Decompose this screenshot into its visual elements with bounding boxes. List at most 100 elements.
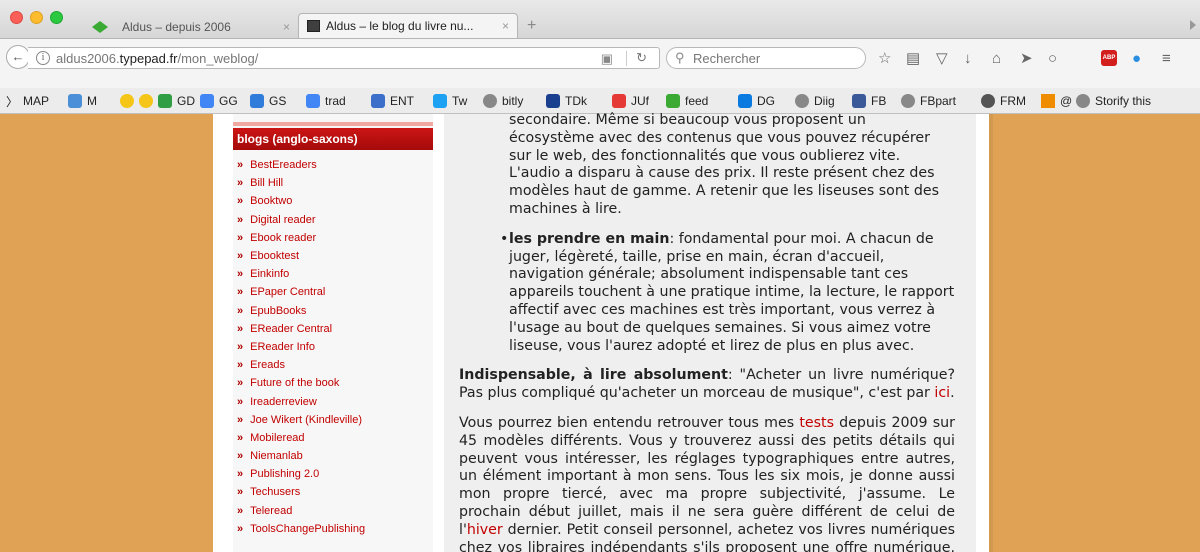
smiley-icon [139,94,153,108]
bookmark-label: trad [325,94,346,108]
bookmark-trad[interactable]: trad [306,92,346,110]
sidebar-link[interactable]: » EReader Info [237,338,365,356]
sidebar-link-label[interactable]: EpubBooks [250,305,306,317]
home-icon[interactable]: ⌂ [992,51,1001,66]
bookmark-ent[interactable]: ENT [371,92,414,110]
window-maximize-button[interactable] [50,11,63,24]
water-drop-icon[interactable]: ● [1132,51,1141,66]
bookmark-frm[interactable]: FRM [981,92,1026,110]
sidebar-link-label[interactable]: EReader Info [250,341,315,353]
sidebar-link[interactable]: » BestEreaders [237,156,365,174]
sidebar-link[interactable]: » Techusers [237,483,365,501]
tab-title: Aldus – depuis 2006 [122,20,231,34]
sidebar-link[interactable]: » Digital reader [237,211,365,229]
sidebar-link[interactable]: » Bill Hill [237,174,365,192]
sidebar-link-label[interactable]: Mobileread [250,432,304,444]
sidebar-link-label[interactable]: EPaper Central [250,286,325,298]
sidebar-link-label[interactable]: Booktwo [250,195,292,207]
back-button[interactable]: ← [6,45,30,69]
new-tab-button[interactable]: + [527,17,536,35]
bookmarks-menu-icon[interactable]: ▤ [906,51,920,66]
sidebar-link-label[interactable]: Digital reader [250,214,315,226]
menu-icon[interactable]: ≡ [1162,51,1171,66]
sidebar-link-label[interactable]: Future of the book [250,377,339,389]
bookmark-gg[interactable]: GG [200,92,238,110]
send-icon[interactable]: ➤ [1020,51,1033,66]
pocket-icon[interactable]: ▽ [936,51,948,66]
sidebar-link-label[interactable]: Teleread [250,505,292,517]
sidebar-link[interactable]: » Einkinfo [237,265,365,283]
url-bar[interactable]: i aldus2006.typepad.fr/mon_weblog/ ▣ ↻ [28,47,660,69]
sidebar-link-label[interactable]: Joe Wikert (Kindleville) [250,414,362,426]
url-separator [626,51,627,66]
tab-scroll-right-icon[interactable] [1190,20,1196,30]
close-icon[interactable]: × [283,20,290,34]
sidebar-link-label[interactable]: Ereads [250,359,285,371]
bookmark-storify[interactable]: Storify this [1076,92,1151,110]
bookmark-at[interactable]: @ [1041,92,1072,110]
sidebar-link[interactable]: » Ireaderreview [237,392,365,410]
sidebar-link[interactable]: » Ebooktest [237,247,365,265]
chat-icon[interactable]: ○ [1048,51,1057,66]
sidebar-link-label[interactable]: Einkinfo [250,268,289,280]
bookmark-feed[interactable]: feed [666,92,708,110]
sidebar-link[interactable]: » EPaper Central [237,283,365,301]
sidebar-link[interactable]: » Niemanlab [237,447,365,465]
window-close-button[interactable] [10,11,23,24]
bookmark-dg[interactable]: DG [738,92,775,110]
bookmark-gd[interactable]: GD [158,92,195,110]
search-input[interactable]: ⚲ Rechercher [666,47,866,69]
download-icon[interactable]: ↓ [964,51,972,66]
bookmark-tdk[interactable]: TDk [546,92,587,110]
sidebar-link-label[interactable]: Niemanlab [250,450,303,462]
sidebar-link-label[interactable]: EReader Central [250,323,332,335]
sidebar-link[interactable]: » EpubBooks [237,302,365,320]
bookmark-smiley[interactable] [120,92,158,110]
sidebar-link[interactable]: » Future of the book [237,374,365,392]
sidebar-link[interactable]: » Booktwo [237,192,365,210]
bookmark-fbpart[interactable]: FBpart [901,92,956,110]
sidebar-link[interactable]: » EReader Central [237,320,365,338]
reader-view-icon[interactable]: ▣ [601,51,613,67]
sidebar-link[interactable]: » Joe Wikert (Kindleville) [237,411,365,429]
bookmark-map[interactable]: 〉 MAP [6,92,49,110]
sidebar-link[interactable]: » Ebook reader [237,229,365,247]
bookmark-label: DG [757,94,775,108]
bookmark-m[interactable]: M [68,92,97,110]
ici-link[interactable]: ici [934,385,950,401]
reload-icon[interactable]: ↻ [636,50,647,66]
sidebar-link[interactable]: » ToolsChangePublishing [237,520,365,538]
sidebar-link-label[interactable]: Ebook reader [250,232,316,244]
bookmark-juf[interactable]: JUf [612,92,649,110]
bullet-icon: » [237,286,244,299]
info-icon[interactable]: i [36,51,50,65]
adblock-icon[interactable]: ABP [1101,50,1117,66]
hiver-link[interactable]: hiver [467,522,503,538]
tab-aldus-depuis-2006[interactable]: Aldus – depuis 2006 × [86,16,298,38]
window-minimize-button[interactable] [30,11,43,24]
bookmark-gs[interactable]: GS [250,92,286,110]
bullet-icon: » [237,159,244,172]
bookmark-tw[interactable]: Tw [433,92,467,110]
sidebar-link-label[interactable]: Publishing 2.0 [250,468,319,480]
bookmark-fb[interactable]: FB [852,92,886,110]
sidebar-link[interactable]: » Publishing 2.0 [237,465,365,483]
sidebar-link-label[interactable]: Techusers [250,486,300,498]
bookmark-star-icon[interactable]: ☆ [878,51,891,66]
sidebar-link-label[interactable]: Ebooktest [250,250,299,262]
bookmark-diig[interactable]: Diig [795,92,835,110]
bookmark-label: FBpart [920,94,957,108]
tab-aldus-blog[interactable]: Aldus – le blog du livre nu... × [298,13,518,38]
sidebar-link[interactable]: » Mobileread [237,429,365,447]
sidebar-link-label[interactable]: Bill Hill [250,177,283,189]
tests-link[interactable]: tests [799,415,834,431]
bullet-icon: » [237,450,244,463]
sidebar-link-label[interactable]: Ireaderreview [250,396,317,408]
bookmark-bitly[interactable]: bitly [483,92,523,110]
sidebar-link-label[interactable]: ToolsChangePublishing [250,523,365,535]
sidebar-link[interactable]: » Teleread [237,502,365,520]
sidebar-link-label[interactable]: BestEreaders [250,159,317,171]
close-icon[interactable]: × [502,19,509,33]
bullet-dot: • [500,230,509,247]
sidebar-link[interactable]: » Ereads [237,356,365,374]
